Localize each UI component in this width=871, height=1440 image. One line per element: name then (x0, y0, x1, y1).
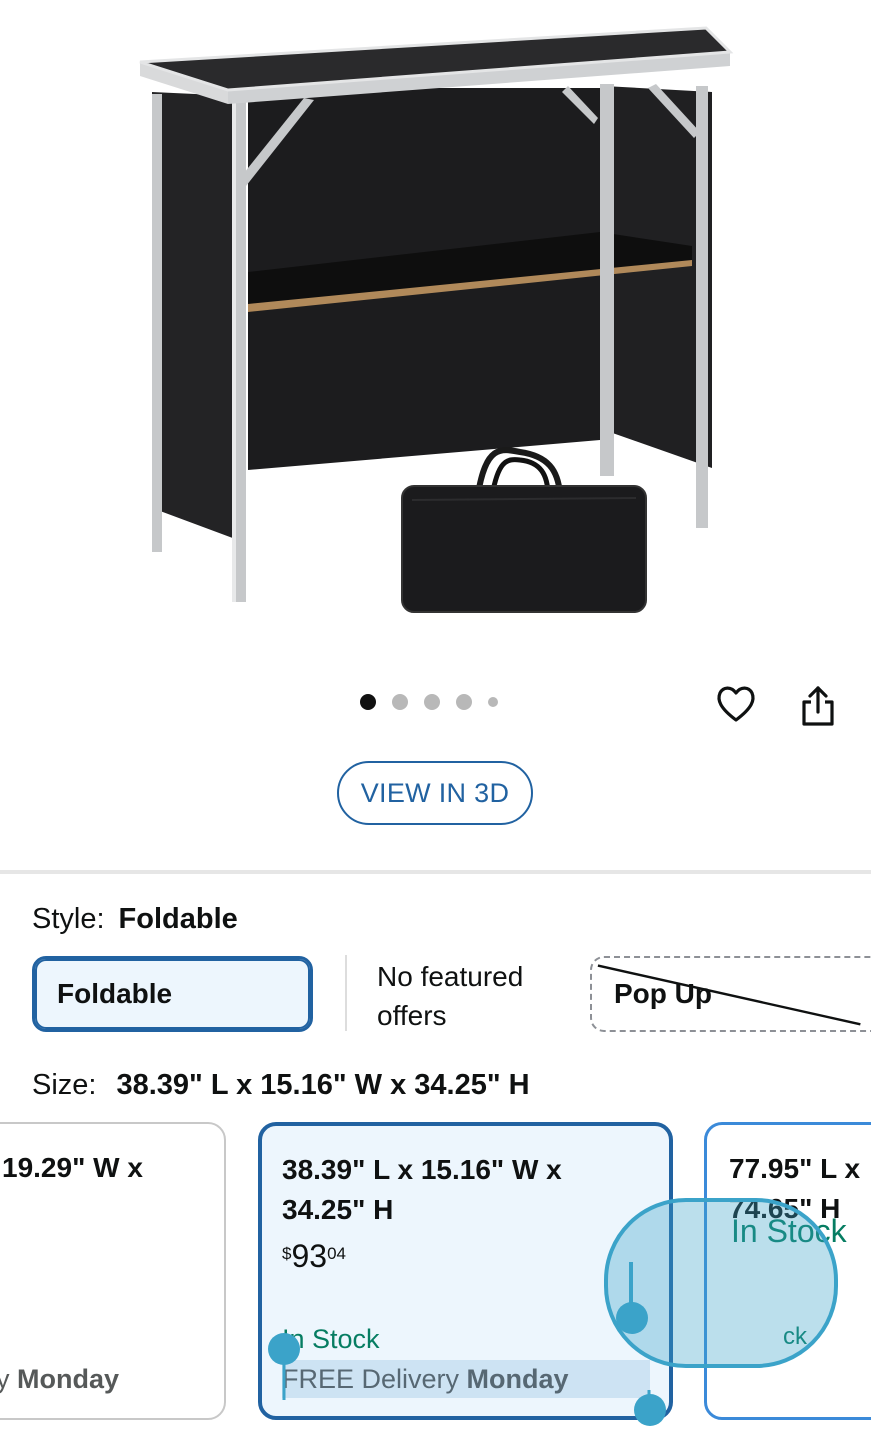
carousel-dot[interactable] (392, 694, 408, 710)
size-label: Size: (32, 1069, 97, 1101)
delivery-day: Monday (17, 1364, 120, 1394)
price-whole: 93 (291, 1238, 328, 1274)
image-carousel-dots[interactable] (360, 694, 514, 710)
share-button[interactable] (794, 682, 842, 730)
stock-status-tail: ck (783, 1323, 807, 1350)
no-offers-line-1: No featured (377, 961, 524, 992)
unavailable-strike-line (597, 964, 861, 1026)
size-label-row: Size: 38.39" L x 15.16" W x 34.25" H (32, 1069, 530, 1102)
carousel-dot[interactable] (456, 694, 472, 710)
stock-status: In Stock (731, 1213, 847, 1249)
size-option-title: 19.29" W x (2, 1152, 143, 1183)
size-title-line-1: 38.39" L x 15.16" W x (282, 1154, 562, 1185)
carousel-dot[interactable] (488, 697, 498, 707)
section-divider (0, 870, 871, 874)
heart-icon (717, 686, 755, 722)
carousel-dot[interactable] (424, 694, 440, 710)
price-currency: $ (282, 1244, 292, 1263)
delivery-prefix: y (0, 1364, 10, 1394)
size-selected-value: 38.39" L x 15.16" W x 34.25" H (116, 1069, 530, 1101)
size-option-title: 38.39" L x 15.16" W x 34.25" H (282, 1150, 562, 1230)
share-icon (802, 686, 834, 726)
size-option-card-right[interactable]: 77.95" L x 74.65" H In Stock ck (704, 1122, 871, 1420)
delivery-text: y Monday (0, 1364, 119, 1395)
style-label: Style: (32, 903, 105, 935)
size-title-line-2: 34.25" H (282, 1194, 394, 1225)
no-featured-offers-text: No featured offers (377, 957, 523, 1035)
size-option-card-left[interactable]: 19.29" W x y Monday (0, 1122, 226, 1420)
style-option-label: Foldable (57, 978, 173, 1009)
price: $9304 (282, 1238, 346, 1275)
no-offers-line-2: offers (377, 1000, 447, 1031)
stock-status: In Stock (282, 1324, 380, 1354)
view-in-3d-button[interactable]: VIEW IN 3D (337, 761, 533, 825)
carousel-dot[interactable] (360, 694, 376, 710)
portable-bar-table-illustration (139, 26, 734, 613)
style-option-pop-up[interactable]: Pop Up (590, 956, 871, 1032)
style-separator (345, 955, 347, 1031)
price-fraction: 04 (327, 1244, 346, 1263)
size-title-line-1: 77.95" L x (729, 1153, 861, 1184)
text-selection-highlight (282, 1360, 650, 1398)
favorite-button[interactable] (712, 680, 760, 728)
product-image[interactable] (0, 0, 871, 640)
style-label-row: Style: Foldable (32, 903, 238, 936)
style-selected-value: Foldable (118, 903, 238, 935)
style-option-foldable[interactable]: Foldable (32, 956, 313, 1032)
